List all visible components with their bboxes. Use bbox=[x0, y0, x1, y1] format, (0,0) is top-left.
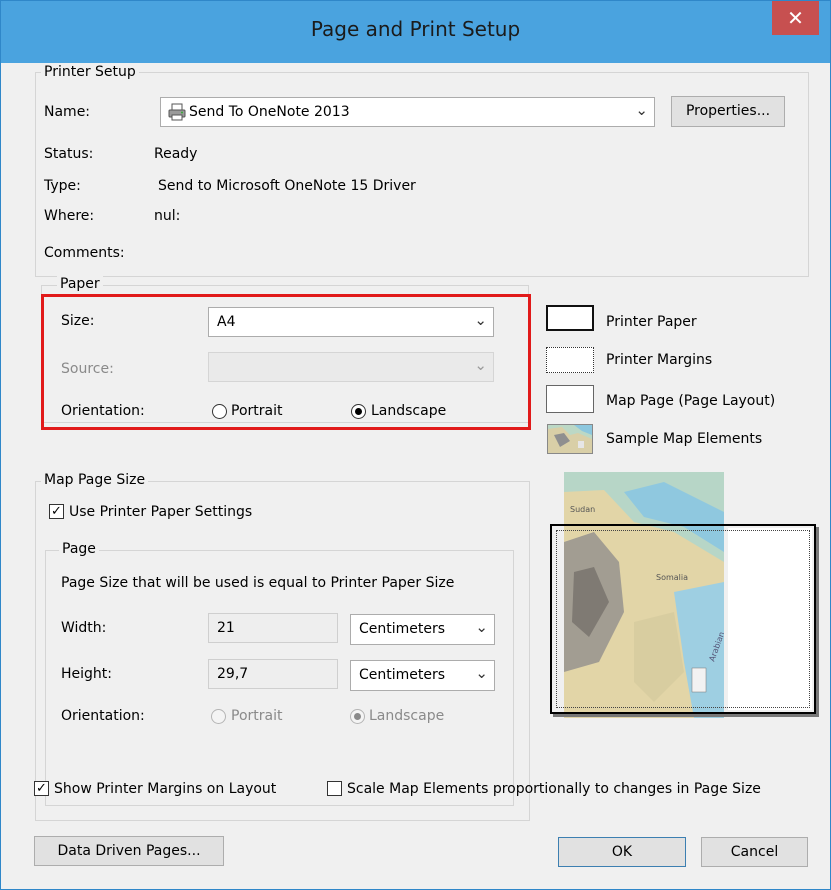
chevron-down-icon: ⌄ bbox=[475, 664, 488, 682]
where-value: nul: bbox=[154, 208, 181, 224]
cancel-button[interactable]: Cancel bbox=[701, 837, 808, 867]
height-unit-value: Centimeters bbox=[359, 667, 446, 683]
title-bar[interactable]: Page and Print Setup ✕ bbox=[1, 1, 830, 63]
page-landscape-radio[interactable] bbox=[350, 709, 365, 724]
properties-button[interactable]: Properties... bbox=[671, 96, 785, 127]
width-unit-value: Centimeters bbox=[359, 621, 446, 637]
ok-button[interactable]: OK bbox=[558, 837, 686, 867]
printer-margins-swatch bbox=[546, 347, 594, 373]
paper-source-dropdown[interactable]: ⌄ bbox=[208, 352, 494, 382]
sample-map-legend-label: Sample Map Elements bbox=[606, 431, 763, 447]
show-margins-checkbox[interactable]: ✓ bbox=[34, 781, 49, 796]
page-print-setup-dialog: Page and Print Setup ✕ Printer Setup Nam… bbox=[0, 0, 831, 890]
printer-icon bbox=[167, 102, 187, 126]
page-info-text: Page Size that will be used is equal to … bbox=[61, 575, 455, 591]
sample-map-swatch bbox=[547, 424, 593, 454]
paper-source-label: Source: bbox=[61, 361, 114, 377]
width-field[interactable]: 21 bbox=[208, 613, 338, 643]
paper-size-label: Size: bbox=[61, 313, 95, 329]
page-legend: Page bbox=[59, 541, 99, 557]
height-unit-dropdown[interactable]: Centimeters ⌄ bbox=[350, 660, 495, 691]
close-button[interactable]: ✕ bbox=[772, 1, 819, 35]
use-printer-paper-checkbox[interactable]: ✓ bbox=[49, 504, 64, 519]
status-label: Status: bbox=[44, 146, 94, 162]
scale-elements-checkbox[interactable] bbox=[327, 781, 342, 796]
chevron-down-icon: ⌄ bbox=[475, 618, 488, 636]
comments-label: Comments: bbox=[44, 245, 125, 261]
width-unit-dropdown[interactable]: Centimeters ⌄ bbox=[350, 614, 495, 645]
chevron-down-icon: ⌄ bbox=[635, 101, 648, 119]
show-margins-label[interactable]: Show Printer Margins on Layout bbox=[54, 781, 276, 797]
paper-size-dropdown[interactable]: A4 ⌄ bbox=[208, 307, 494, 337]
printer-paper-legend-label: Printer Paper bbox=[606, 314, 697, 330]
page-portrait-radio[interactable] bbox=[211, 709, 226, 724]
paper-portrait-label[interactable]: Portrait bbox=[231, 403, 282, 419]
width-value: 21 bbox=[217, 620, 235, 636]
printer-name-dropdown[interactable]: Send To OneNote 2013 ⌄ bbox=[160, 97, 655, 127]
status-value: Ready bbox=[154, 146, 198, 162]
preview-label: Sudan bbox=[570, 505, 595, 514]
dialog-body: Printer Setup Name: Send To OneNote 2013… bbox=[1, 63, 830, 889]
printer-margins-outline bbox=[556, 530, 810, 708]
map-page-legend-label: Map Page (Page Layout) bbox=[606, 393, 776, 409]
printer-paper-swatch bbox=[546, 305, 594, 331]
map-page-swatch bbox=[546, 385, 594, 413]
width-label: Width: bbox=[61, 620, 107, 636]
printer-margins-legend-label: Printer Margins bbox=[606, 352, 713, 368]
paper-size-value: A4 bbox=[217, 314, 236, 330]
chevron-down-icon: ⌄ bbox=[474, 356, 487, 374]
use-printer-paper-label[interactable]: Use Printer Paper Settings bbox=[69, 504, 252, 520]
paper-landscape-label[interactable]: Landscape bbox=[371, 403, 446, 419]
where-label: Where: bbox=[44, 208, 95, 224]
type-label: Type: bbox=[44, 178, 81, 194]
page-landscape-label[interactable]: Landscape bbox=[369, 708, 444, 724]
scale-elements-label[interactable]: Scale Map Elements proportionally to cha… bbox=[347, 781, 761, 797]
printer-name-label: Name: bbox=[44, 104, 91, 120]
printer-setup-legend: Printer Setup bbox=[41, 64, 139, 80]
page-portrait-label[interactable]: Portrait bbox=[231, 708, 282, 724]
printer-paper-outline bbox=[550, 524, 816, 714]
printer-name-value: Send To OneNote 2013 bbox=[189, 104, 350, 120]
paper-orientation-label: Orientation: bbox=[61, 403, 145, 419]
dialog-title: Page and Print Setup bbox=[310, 17, 521, 41]
height-label: Height: bbox=[61, 666, 112, 682]
type-value: Send to Microsoft OneNote 15 Driver bbox=[158, 178, 416, 194]
paper-landscape-radio[interactable] bbox=[351, 404, 366, 419]
paper-legend: Paper bbox=[57, 276, 103, 292]
height-field[interactable]: 29,7 bbox=[208, 659, 338, 689]
height-value: 29,7 bbox=[217, 666, 249, 682]
map-page-size-legend: Map Page Size bbox=[41, 472, 149, 488]
paper-portrait-radio[interactable] bbox=[212, 404, 227, 419]
page-orientation-label: Orientation: bbox=[61, 708, 145, 724]
data-driven-pages-button[interactable]: Data Driven Pages... bbox=[34, 836, 224, 866]
chevron-down-icon: ⌄ bbox=[474, 311, 487, 329]
